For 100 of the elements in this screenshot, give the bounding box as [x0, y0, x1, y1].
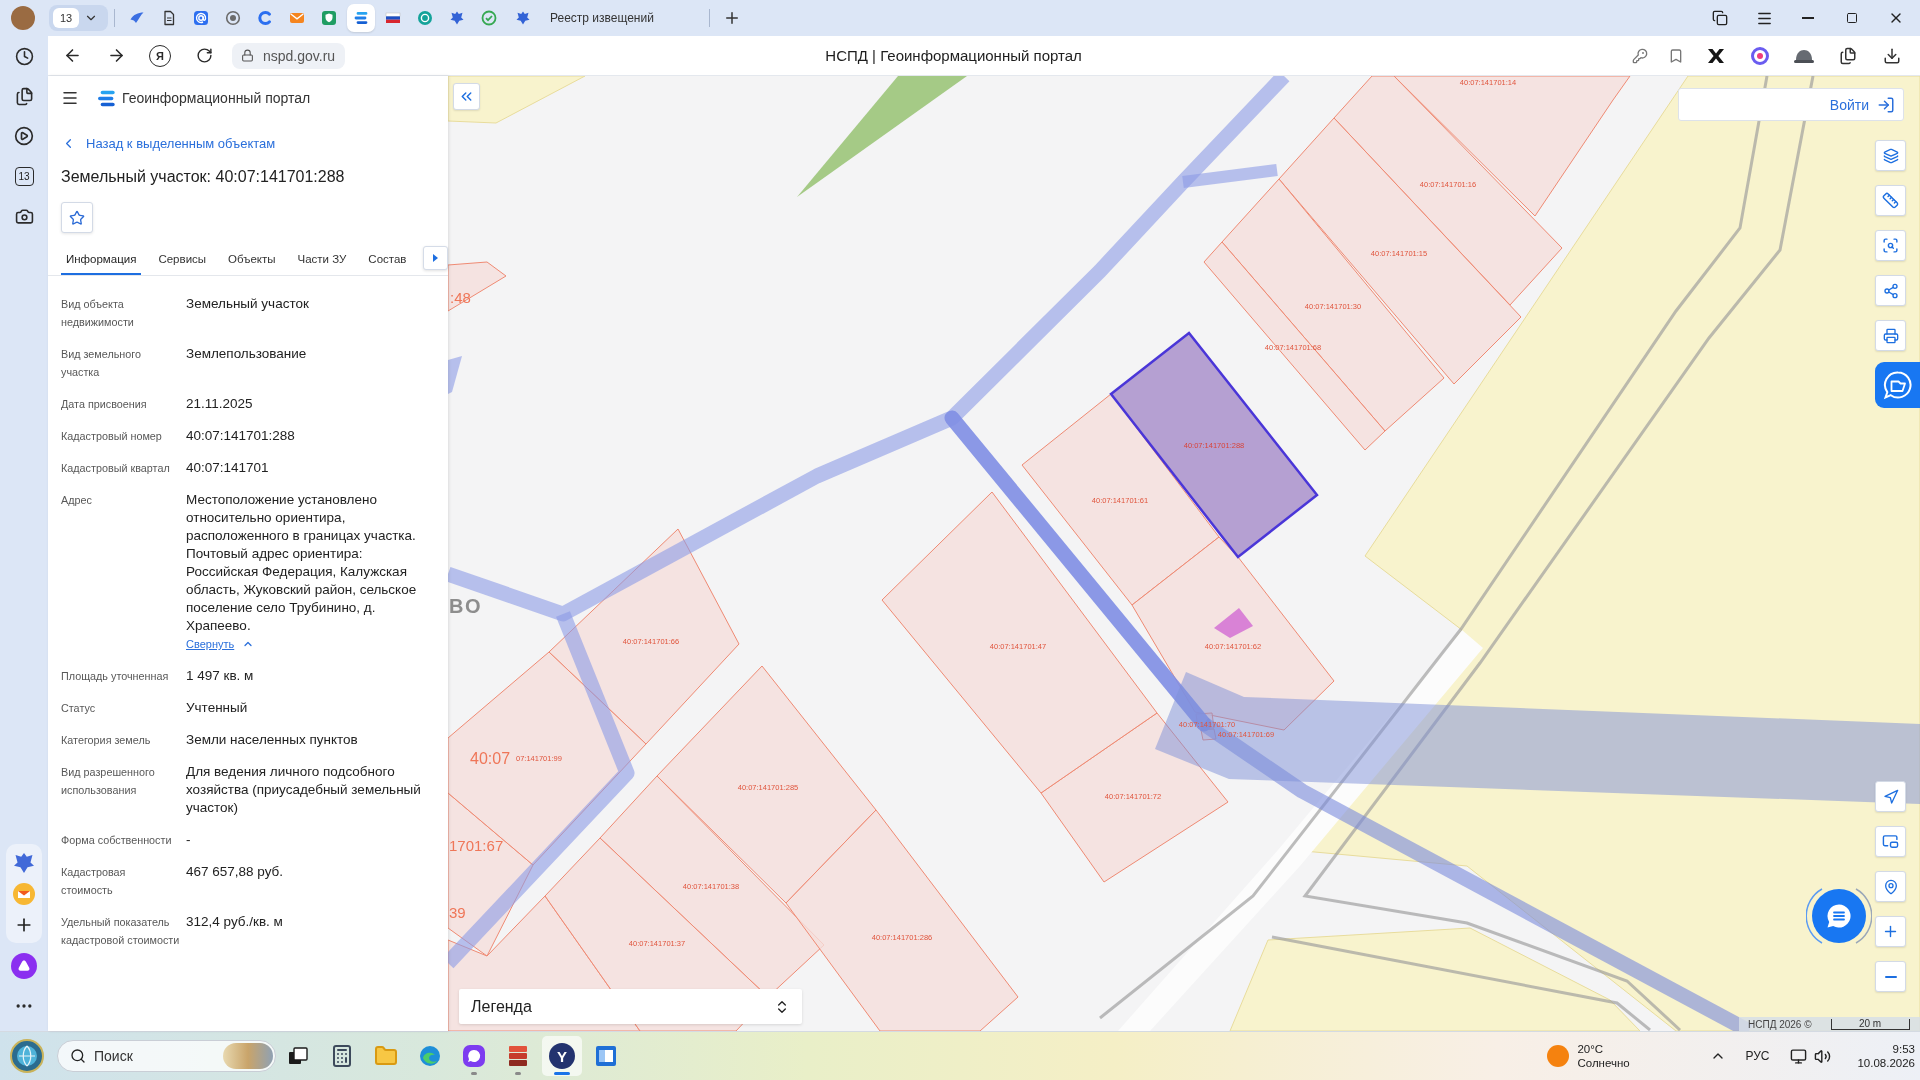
globe-icon[interactable] — [10, 1039, 44, 1073]
stacked-bars-icon — [353, 10, 369, 26]
home-button[interactable]: Я — [149, 44, 171, 67]
task-view-icon — [288, 1047, 308, 1065]
field-label: Статус — [61, 701, 97, 716]
tab[interactable]: Состав — [363, 240, 412, 275]
window-icon — [595, 1045, 617, 1067]
new-tab-icon[interactable] — [723, 9, 741, 27]
tab[interactable]: Части ЗУ — [292, 240, 352, 275]
picture-in-picture-icon — [1882, 833, 1899, 850]
print-icon — [1882, 327, 1899, 344]
search-icon — [70, 1048, 86, 1064]
collapse-toggle[interactable]: Свернуть — [186, 635, 255, 653]
share-button[interactable] — [1875, 275, 1906, 306]
field-label: Категория земель — [61, 733, 152, 748]
scroll-tabs-button[interactable] — [423, 245, 449, 270]
swirl-icon — [418, 1044, 442, 1068]
language-indicator[interactable]: РУС — [1745, 1049, 1770, 1063]
field-value: 21.11.2025 — [186, 395, 254, 413]
menu-icon[interactable] — [61, 89, 79, 107]
files-icon[interactable] — [1839, 46, 1857, 65]
place-label: ВО — [449, 595, 483, 617]
search-field[interactable]: Поиск — [57, 1040, 276, 1072]
ring-icon[interactable] — [1751, 46, 1769, 65]
mail-icon[interactable] — [13, 882, 35, 905]
scale-bar: 20 m — [1830, 1018, 1910, 1030]
address-field[interactable]: nspd.gov.ru — [232, 42, 346, 69]
field-label: Кадастровая стоимость — [61, 865, 127, 898]
copy-icon[interactable] — [1712, 10, 1728, 26]
field-label: Кадастровый номер — [61, 429, 163, 444]
folder-icon — [374, 1044, 398, 1068]
field-value: Местоположение установлено относительно ориентира, расположенного в границах участка. Почтовый адрес ориентира: Российская Федерация, Калужская область, Жуковский район, сельское поселение село Трубинино, д. Храпеево. — [186, 491, 418, 635]
area-search-button[interactable] — [1875, 230, 1906, 261]
find-place-button[interactable] — [1875, 871, 1906, 902]
key-icon[interactable] — [1632, 47, 1648, 64]
tab[interactable]: Объекты — [223, 240, 281, 275]
weather-condition: Солнечно — [1577, 1056, 1631, 1070]
collapse-panel-button[interactable] — [453, 83, 480, 110]
locate-button[interactable] — [1875, 781, 1906, 812]
field-label: Площадь уточненная — [61, 669, 170, 684]
sun-icon — [1547, 1045, 1570, 1067]
field-label: Удельный показатель кадастровой стоимости — [61, 915, 181, 948]
restore-icon[interactable] — [1846, 12, 1858, 24]
page-title: НСПД | Геоинформационный портал — [824, 47, 1083, 64]
calendar-button[interactable]: 13 — [14, 166, 34, 186]
document-icon — [161, 10, 177, 26]
play-icon[interactable] — [14, 126, 34, 146]
zoom-in-button[interactable] — [1875, 916, 1906, 947]
ring-icon — [225, 10, 241, 26]
layers-icon — [1882, 147, 1899, 164]
browser-tab[interactable]: Реестр извещений — [507, 4, 703, 32]
monitor-icon[interactable] — [1789, 1047, 1807, 1065]
side-tab-button[interactable] — [1875, 362, 1920, 408]
tab[interactable]: Информация — [61, 240, 142, 275]
login-icon — [1877, 95, 1895, 114]
legend-dropdown[interactable]: Легенда — [459, 989, 802, 1024]
field-label: Кадастровый квартал — [61, 461, 171, 476]
bookmark-icon[interactable] — [1668, 47, 1684, 64]
flag-icon — [385, 10, 401, 26]
files-icon[interactable] — [14, 86, 34, 106]
chat-bubble-icon — [462, 1044, 486, 1068]
minimap-button[interactable] — [1875, 826, 1906, 857]
layers-button[interactable] — [1875, 140, 1906, 171]
starburst-icon — [449, 10, 465, 26]
field-value: Учтенный — [186, 699, 249, 717]
quarter-label: 40:07 — [470, 749, 511, 767]
clock-time: 9:53 — [1892, 1042, 1915, 1056]
profile-avatar[interactable] — [11, 6, 35, 30]
field-label: Вид объекта недвижимости — [61, 297, 135, 330]
field-value: 40:07:141701 — [186, 459, 270, 477]
camera-icon[interactable] — [14, 206, 34, 226]
mail-icon — [289, 10, 305, 26]
field-value: 467 657,88 руб. — [186, 863, 285, 881]
ruler-button[interactable] — [1875, 185, 1906, 216]
reload-icon[interactable] — [195, 47, 213, 64]
tab[interactable]: Сервисы — [153, 240, 212, 275]
favorite-button[interactable] — [61, 202, 93, 233]
speech-bubble-icon — [1882, 370, 1913, 400]
login-button[interactable]: Войти — [1678, 88, 1904, 121]
zoom-out-button[interactable] — [1875, 961, 1906, 992]
volume-icon[interactable] — [1813, 1047, 1831, 1065]
app-title: Геоинформационный портал — [122, 90, 311, 106]
field-label: Вид земельного участка — [61, 347, 143, 380]
starburst-icon[interactable] — [14, 852, 34, 873]
parcel-heading: Земельный участок: 40:07:141701:288 — [60, 167, 346, 187]
scan-search-icon — [1882, 237, 1899, 254]
parcel-shape — [448, 261, 507, 312]
taskbar-app-button[interactable]: Y — [542, 1036, 582, 1076]
back-link[interactable]: Назад к выделенным объектам — [48, 120, 276, 166]
quarter-label: 39 — [449, 903, 466, 921]
field-label: Дата присвоения — [61, 397, 148, 412]
share-icon — [1882, 282, 1899, 299]
print-button[interactable] — [1875, 320, 1906, 351]
tab-counter-button[interactable]: 13 — [49, 5, 108, 31]
browser-tab[interactable] — [347, 4, 375, 32]
dome-icon[interactable] — [1794, 48, 1814, 63]
download-icon[interactable] — [1883, 46, 1901, 65]
shield-icon — [321, 10, 337, 26]
history-icon[interactable] — [14, 46, 34, 66]
field-value: Землепользование — [186, 345, 308, 363]
